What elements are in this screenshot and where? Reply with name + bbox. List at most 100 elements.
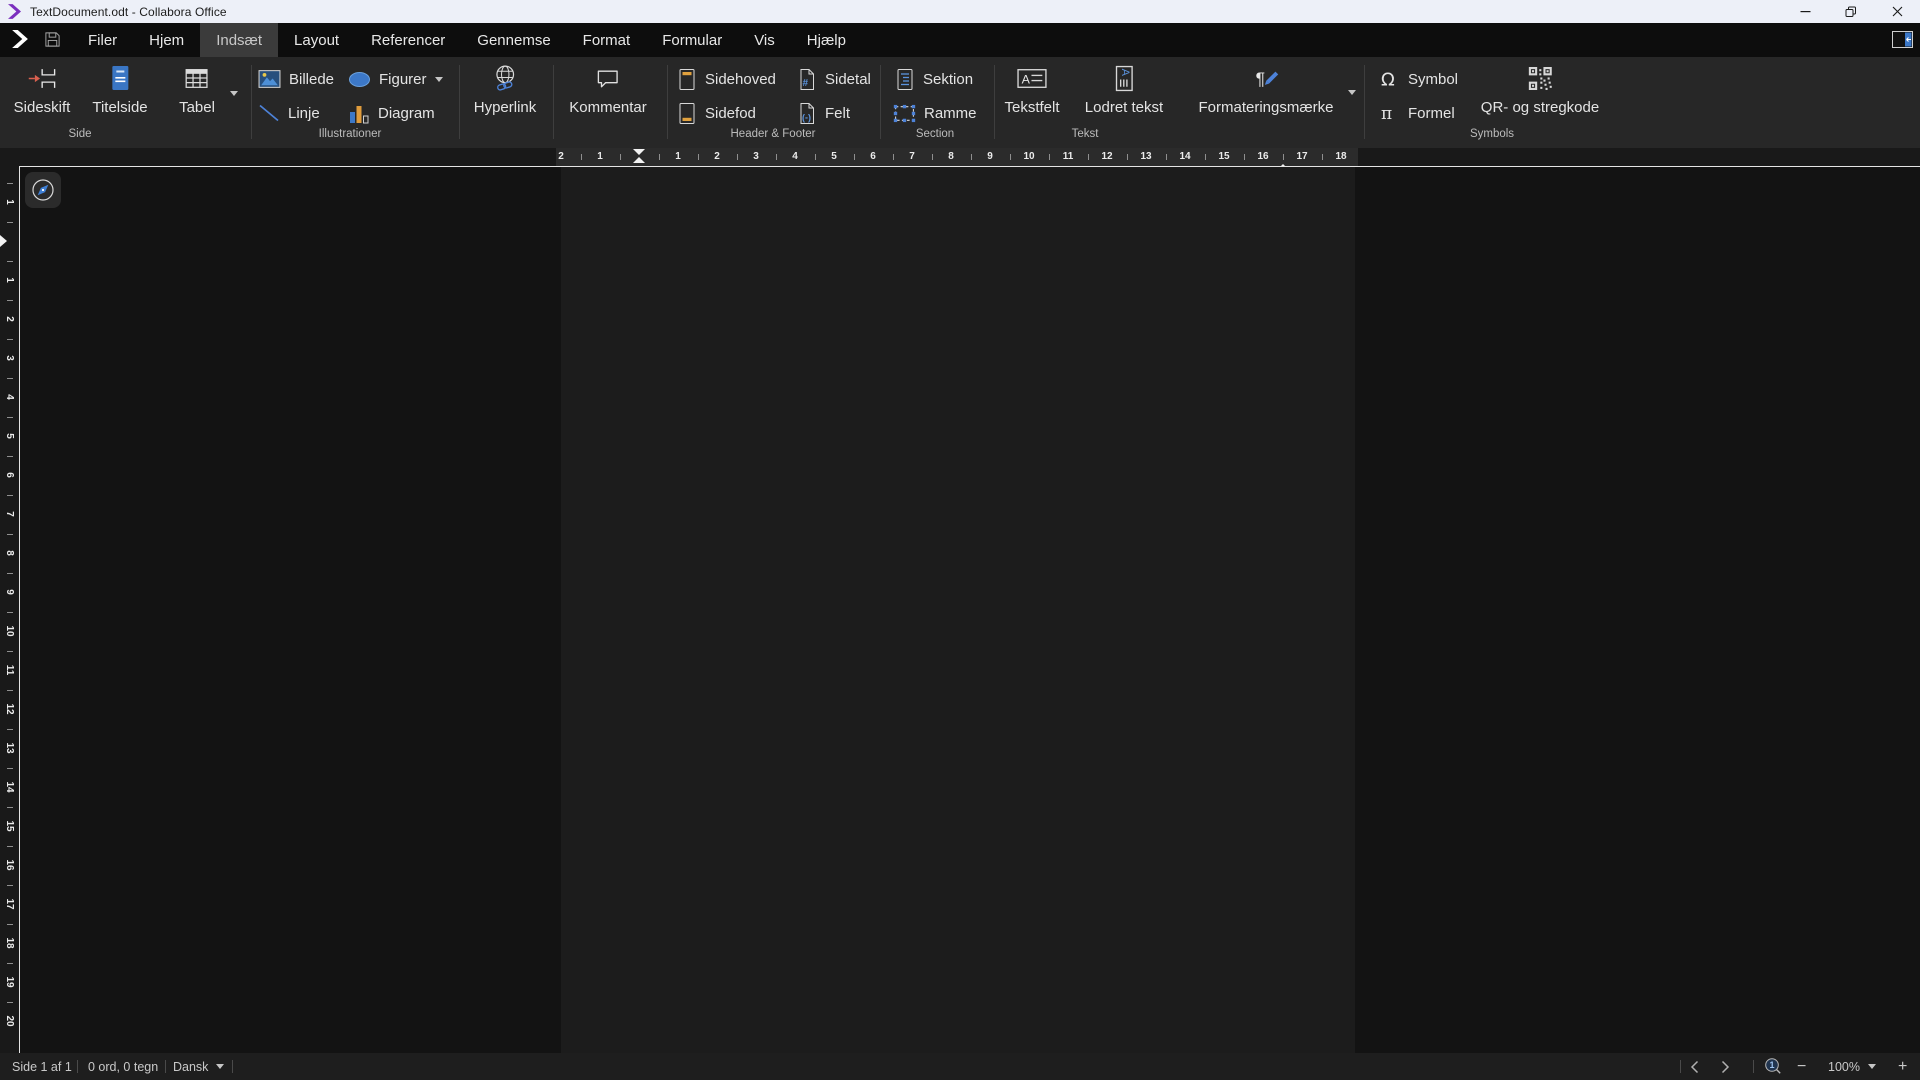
- maximize-button[interactable]: [1828, 0, 1874, 23]
- svg-text:Ω: Ω: [1381, 70, 1395, 91]
- ruler-tick: [7, 807, 13, 808]
- tab-filer[interactable]: Filer: [72, 23, 133, 57]
- top-margin-marker[interactable]: [0, 235, 7, 247]
- insert-line-button[interactable]: Linje: [258, 100, 320, 126]
- statusbar-separator: [77, 1060, 78, 1073]
- insert-qr-barcode-button[interactable]: QR- og stregkode: [1481, 62, 1599, 116]
- ruler-number: 9: [4, 589, 14, 595]
- insert-vertical-text-button[interactable]: A Lodret tekst: [1085, 62, 1163, 116]
- ruler-number: 4: [792, 152, 798, 162]
- shapes-dropdown-caret[interactable]: [435, 77, 443, 82]
- ruler-number: 15: [1218, 152, 1229, 162]
- vertical-ruler[interactable]: 11234567891011121314151617181920: [0, 167, 20, 1053]
- left-indent-marker[interactable]: [633, 149, 645, 163]
- tab-hjælp[interactable]: Hjælp: [791, 23, 862, 57]
- tab-layout[interactable]: Layout: [278, 23, 355, 57]
- button-label: Linje: [288, 105, 320, 122]
- sidebar-toggle-button[interactable]: [1892, 31, 1913, 48]
- insert-field-button[interactable]: (-) Felt: [797, 100, 850, 126]
- formatting-marks-dropdown-caret[interactable]: [1348, 90, 1356, 95]
- ruler-number: 8: [4, 550, 14, 556]
- tab-vis[interactable]: Vis: [738, 23, 791, 57]
- insert-shapes-button[interactable]: Figurer: [348, 66, 443, 92]
- vertical-text-icon: A: [1111, 62, 1136, 94]
- ruler-number: 15: [4, 820, 14, 831]
- tab-gennemse[interactable]: Gennemse: [461, 23, 566, 57]
- previous-page-button[interactable]: [1690, 1053, 1699, 1080]
- group-separator: [667, 65, 668, 139]
- next-page-button[interactable]: [1721, 1053, 1730, 1080]
- statusbar-separator: [232, 1060, 233, 1073]
- insert-footer-button[interactable]: Sidefod: [677, 100, 756, 126]
- group-caption-header-footer: Header & Footer: [730, 128, 815, 140]
- ruler-tick: [7, 495, 13, 496]
- minimize-icon: [1800, 6, 1811, 17]
- insert-textbox-button[interactable]: A Tekstfelt: [1004, 62, 1059, 116]
- tab-indsæt[interactable]: Indsæt: [200, 23, 278, 57]
- tab-hjem[interactable]: Hjem: [133, 23, 200, 57]
- insert-symbol-button[interactable]: Ω Symbol: [1378, 66, 1458, 92]
- word-count-label: 0 ord, 0 tegn: [88, 1060, 158, 1074]
- insert-chart-button[interactable]: Diagram: [348, 100, 435, 126]
- ruler-number: 12: [1101, 152, 1112, 162]
- zoom-reset-button[interactable]: 1: [1764, 1053, 1783, 1080]
- statusbar-separator: [165, 1060, 166, 1073]
- insert-frame-button[interactable]: Ramme: [893, 100, 977, 126]
- ruler-tick: [659, 154, 660, 160]
- ruler-tick: [854, 154, 855, 160]
- ruler-tick: [1244, 154, 1245, 160]
- sidebar-toggle-icon: [1892, 31, 1913, 48]
- insert-formula-button[interactable]: π Formel: [1378, 100, 1455, 126]
- document-page[interactable]: [561, 167, 1355, 1053]
- ribbon-insert-tab-content: Sideskift Titelside Tabel Side: [0, 57, 1920, 148]
- button-label: Hyperlink: [474, 99, 537, 116]
- tab-format[interactable]: Format: [567, 23, 647, 57]
- ruler-number: 19: [4, 976, 14, 987]
- comment-icon: [595, 62, 622, 94]
- tab-referencer[interactable]: Referencer: [355, 23, 461, 57]
- ruler-number: 3: [753, 152, 759, 162]
- table-dropdown-caret[interactable]: [230, 91, 238, 96]
- ruler-tick: [7, 378, 13, 379]
- insert-hyperlink-button[interactable]: Hyperlink: [474, 62, 537, 116]
- insert-comment-button[interactable]: Kommentar: [569, 62, 647, 116]
- ruler-tick: [7, 729, 13, 730]
- ruler-number: 4: [4, 394, 14, 400]
- formatting-marks-button[interactable]: ¶ Formateringsmærke: [1198, 62, 1333, 116]
- page-break-button[interactable]: Sideskift: [14, 62, 71, 116]
- ruler-tick: [1010, 154, 1011, 160]
- field-icon: (-): [797, 102, 817, 125]
- ruler-tick: [1205, 154, 1206, 160]
- collabora-menu-logo-icon: [12, 30, 28, 48]
- zoom-out-button[interactable]: −: [1797, 1053, 1806, 1080]
- page-status[interactable]: Side 1 af 1: [12, 1053, 72, 1080]
- group-separator: [459, 65, 460, 139]
- window-controls: [1782, 0, 1920, 23]
- language-selector[interactable]: Dansk: [173, 1053, 224, 1080]
- button-label: Tekstfelt: [1004, 99, 1059, 116]
- ruler-number: 18: [1335, 152, 1346, 162]
- ruler-number: 5: [831, 152, 837, 162]
- ruler-number: 12: [4, 703, 14, 714]
- insert-header-button[interactable]: Sidehoved: [677, 66, 776, 92]
- compass-icon: [31, 178, 55, 202]
- page-number-icon: #: [797, 68, 817, 91]
- navigation-compass-button[interactable]: [25, 172, 61, 208]
- title-page-button[interactable]: Titelside: [92, 62, 147, 116]
- save-button[interactable]: [44, 31, 61, 48]
- insert-page-number-button[interactable]: # Sidetal: [797, 66, 871, 92]
- tab-formular[interactable]: Formular: [646, 23, 738, 57]
- insert-table-button[interactable]: Tabel: [179, 62, 215, 116]
- ruler-tick: [620, 154, 621, 160]
- word-count-status[interactable]: 0 ord, 0 tegn: [88, 1053, 158, 1080]
- horizontal-ruler[interactable]: 12123456789101112131415161718: [556, 148, 1358, 166]
- ruler-tick: [7, 339, 13, 340]
- zoom-level-selector[interactable]: 100%: [1828, 1053, 1876, 1080]
- minimize-button[interactable]: [1782, 0, 1828, 23]
- ruler-tick: [7, 222, 13, 223]
- ruler-number: 6: [4, 472, 14, 478]
- insert-image-button[interactable]: Billede: [258, 66, 334, 92]
- zoom-in-button[interactable]: +: [1898, 1053, 1907, 1080]
- insert-section-button[interactable]: Sektion: [895, 66, 973, 92]
- close-button[interactable]: [1874, 0, 1920, 23]
